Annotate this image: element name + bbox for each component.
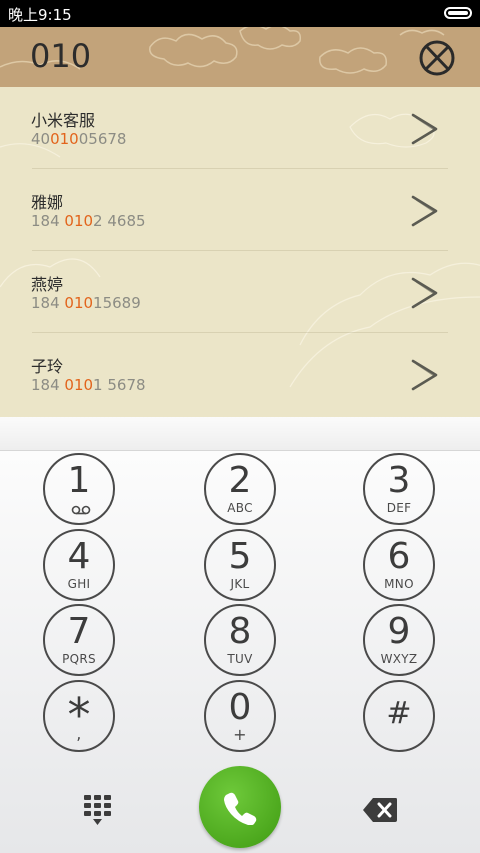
key-hash[interactable]: # <box>363 680 435 752</box>
key-3[interactable]: 3 DEF <box>363 453 435 525</box>
chevron-right-icon[interactable] <box>410 193 440 229</box>
list-item[interactable]: 小米客服 4001005678 <box>0 87 480 169</box>
dialpad: 1 2 ABC 3 DEF 4 GHI 5 JKL 6 MNO 7 PQRS 8… <box>0 451 480 853</box>
match-highlight: 010 <box>64 212 94 230</box>
dialer-actions <box>0 766 480 853</box>
backspace-icon[interactable] <box>362 797 398 823</box>
contact-name: 子玲 <box>31 357 64 376</box>
phone-icon <box>224 792 257 825</box>
battery-icon <box>444 7 472 19</box>
list-keypad-separator <box>0 417 480 451</box>
contact-phone: 184 0102 4685 <box>31 212 146 230</box>
key-4[interactable]: 4 GHI <box>43 529 115 601</box>
contact-name: 小米客服 <box>31 111 96 130</box>
contact-phone: 184 01015689 <box>31 294 141 312</box>
chevron-right-icon[interactable] <box>410 275 440 311</box>
status-time: 晚上9:15 <box>8 6 72 24</box>
dialpad-icon[interactable] <box>82 793 114 827</box>
match-highlight: 010 <box>64 376 94 394</box>
contact-name: 雅娜 <box>31 193 64 212</box>
key-2[interactable]: 2 ABC <box>204 453 276 525</box>
list-item[interactable]: 子玲 184 0101 5678 <box>0 333 480 415</box>
key-7[interactable]: 7 PQRS <box>43 604 115 676</box>
call-button[interactable] <box>199 766 281 848</box>
match-highlight: 010 <box>50 130 79 148</box>
clear-circle-x-icon[interactable] <box>418 39 456 77</box>
key-1[interactable]: 1 <box>43 453 115 525</box>
key-8[interactable]: 8 TUV <box>204 604 276 676</box>
chevron-right-icon[interactable] <box>410 111 440 147</box>
contact-phone: 4001005678 <box>31 130 127 148</box>
list-item[interactable]: 燕婷 184 01015689 <box>0 251 480 333</box>
key-9[interactable]: 9 WXYZ <box>363 604 435 676</box>
chevron-right-icon[interactable] <box>410 357 440 393</box>
key-star[interactable]: * , <box>43 680 115 752</box>
match-highlight: 010 <box>64 294 94 312</box>
contact-name: 燕婷 <box>31 275 64 294</box>
key-6[interactable]: 6 MNO <box>363 529 435 601</box>
contact-phone: 184 0101 5678 <box>31 376 146 394</box>
list-item[interactable]: 雅娜 184 0102 4685 <box>0 169 480 251</box>
key-5[interactable]: 5 JKL <box>204 529 276 601</box>
status-bar: 晚上9:15 <box>0 0 480 27</box>
key-0[interactable]: 0 + <box>204 680 276 752</box>
dialed-number-bar: 010 <box>0 27 480 87</box>
contact-results-list: 小米客服 4001005678 雅娜 184 0102 4685 燕婷 184 … <box>0 87 480 417</box>
voicemail-icon <box>71 505 91 515</box>
dialed-number: 010 <box>30 37 92 75</box>
